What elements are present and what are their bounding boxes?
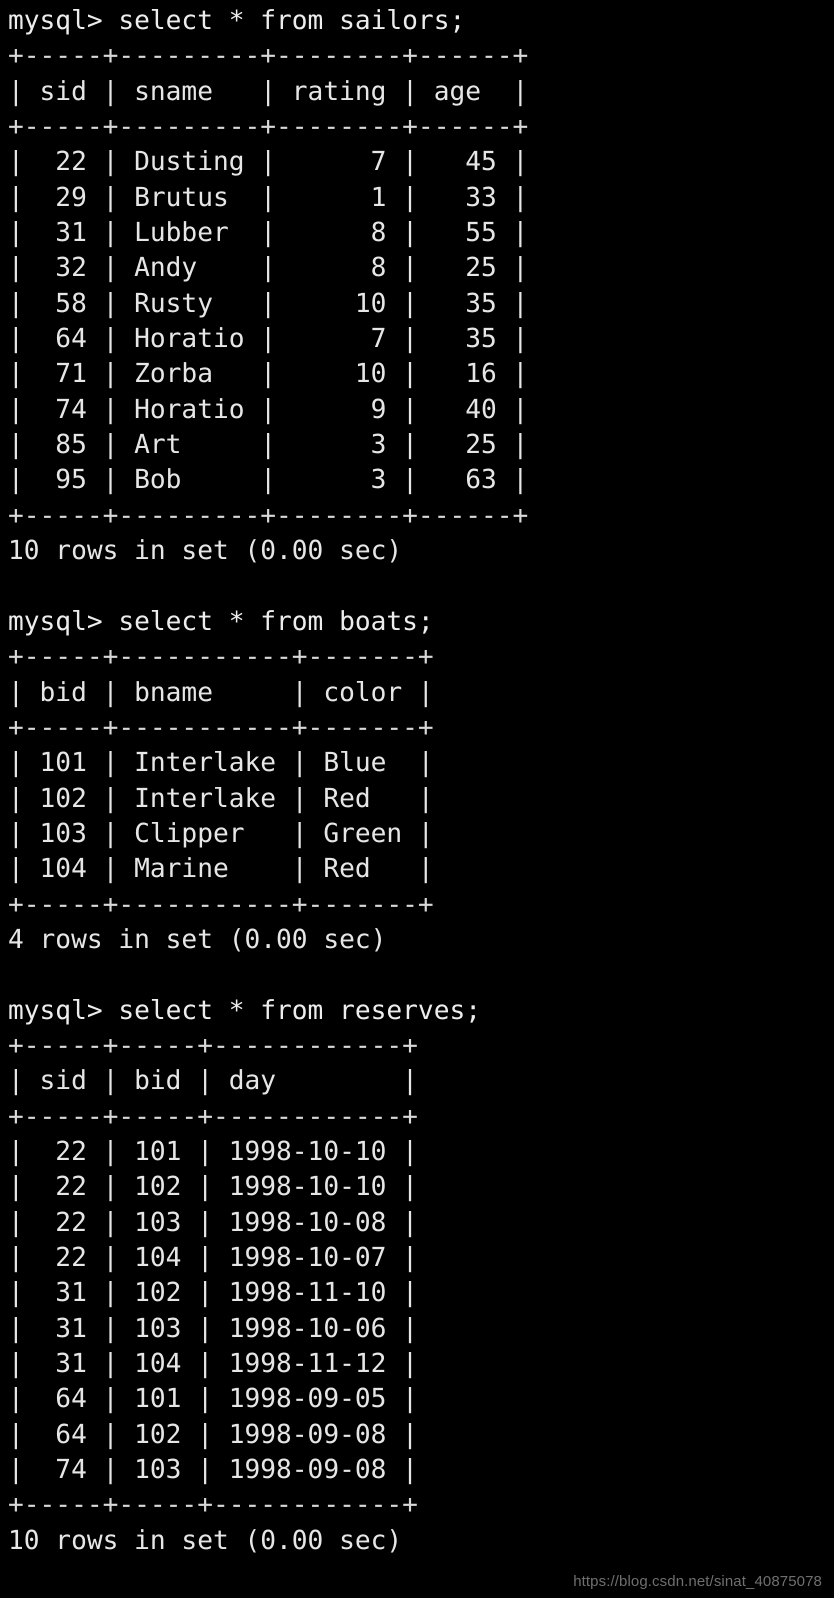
status-line-sailors: 10 rows in set (0.00 sec) xyxy=(8,536,403,567)
table-row: | 95 | Bob | 3 | 63 | xyxy=(8,465,529,496)
table-bottom-rule-sailors: +-----+---------+--------+------+ xyxy=(8,500,529,531)
table-row: | 22 | 101 | 1998-10-10 | xyxy=(8,1137,418,1167)
table-header-rule-sailors: +-----+---------+--------+------+ xyxy=(8,112,529,143)
table-row: | 22 | 102 | 1998-10-10 | xyxy=(8,1172,418,1203)
table-row: | 31 | 102 | 1998-11-10 | xyxy=(8,1278,418,1309)
table-top-rule-boats: +-----+-----------+-------+ xyxy=(8,642,434,673)
table-row: | 32 | Andy | 8 | 25 | xyxy=(8,253,529,284)
status-line-boats: 4 rows in set (0.00 sec) xyxy=(8,924,387,955)
table-row: | 71 | Zorba | 10 | 16 | xyxy=(8,359,529,390)
command-line-reserves: mysql> select * from reserves; xyxy=(8,995,481,1026)
table-header-rule-reserves: +-----+-----+------------+ xyxy=(8,1101,418,1132)
table-row: | 102 | Interlake | Red | xyxy=(8,783,434,814)
table-row: | 31 | 104 | 1998-11-12 | xyxy=(8,1349,418,1380)
table-row: | 22 | 104 | 1998-10-07 | xyxy=(8,1243,418,1274)
table-row: | 74 | Horatio | 9 | 40 | xyxy=(8,394,529,425)
table-row: | 29 | Brutus | 1 | 33 | xyxy=(8,182,529,213)
table-header-reserves: | sid | bid | day | xyxy=(8,1066,418,1097)
terminal-window[interactable]: mysql> select * from sailors; +-----+---… xyxy=(0,0,834,1598)
table-header-sailors: | sid | sname | rating | age | xyxy=(8,76,529,107)
table-top-rule-reserves: +-----+-----+------------+ xyxy=(8,1030,418,1061)
table-row: | 31 | 103 | 1998-10-06 | xyxy=(8,1313,418,1344)
command-line-sailors: mysql> select * from sailors; xyxy=(8,6,466,36)
table-row: | 64 | Horatio | 7 | 35 | xyxy=(8,324,529,355)
table-row: | 58 | Rusty | 10 | 35 | xyxy=(8,288,529,319)
table-top-rule-sailors: +-----+---------+--------+------+ xyxy=(8,41,529,72)
table-row: | 85 | Art | 3 | 25 | xyxy=(8,430,529,461)
table-row: | 74 | 103 | 1998-09-08 | xyxy=(8,1455,418,1486)
command-line-boats: mysql> select * from boats; xyxy=(8,606,434,637)
status-line-reserves: 10 rows in set (0.00 sec) xyxy=(8,1525,403,1556)
table-row: | 101 | Interlake | Blue | xyxy=(8,748,434,779)
table-row: | 64 | 101 | 1998-09-05 | xyxy=(8,1384,418,1415)
table-row: | 104 | Marine | Red | xyxy=(8,854,434,885)
table-header-boats: | bid | bname | color | xyxy=(8,677,434,708)
table-row: | 22 | Dusting | 7 | 45 | xyxy=(8,147,529,178)
table-bottom-rule-reserves: +-----+-----+------------+ xyxy=(8,1490,418,1521)
table-header-rule-boats: +-----+-----------+-------+ xyxy=(8,712,434,743)
table-row: | 103 | Clipper | Green | xyxy=(8,818,434,849)
table-row: | 64 | 102 | 1998-09-08 | xyxy=(8,1419,418,1450)
watermark: https://blog.csdn.net/sinat_40875078 xyxy=(573,1573,822,1590)
table-bottom-rule-boats: +-----+-----------+-------+ xyxy=(8,889,434,920)
table-row: | 22 | 103 | 1998-10-08 | xyxy=(8,1207,418,1238)
table-row: | 31 | Lubber | 8 | 55 | xyxy=(8,218,529,249)
